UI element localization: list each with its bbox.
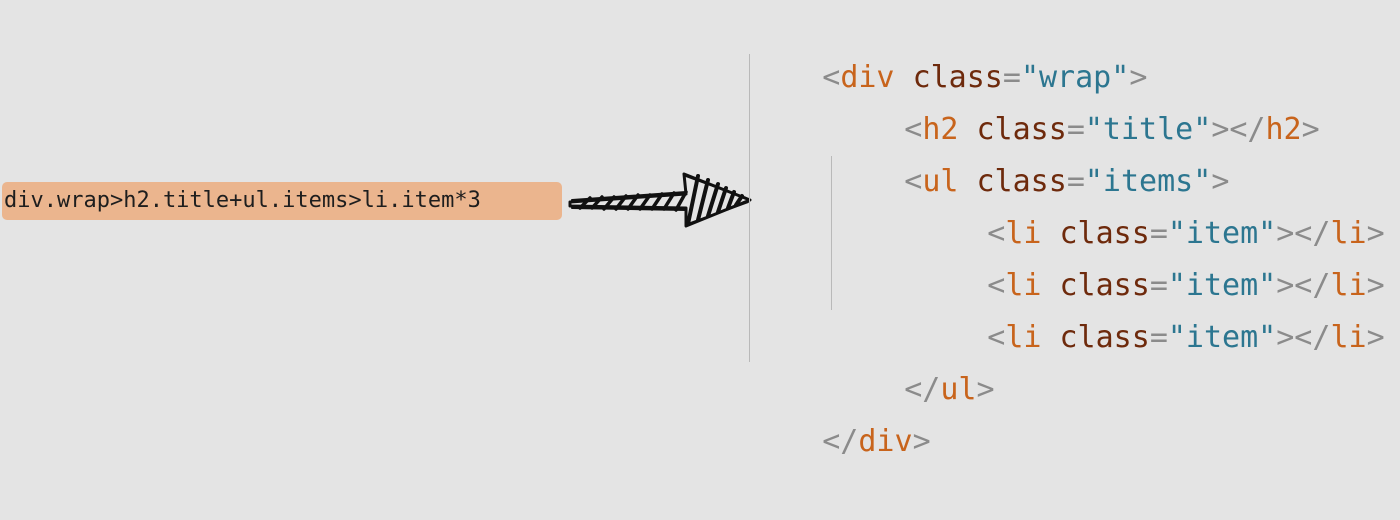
code-line-h2: <h2 class="title"></h2> xyxy=(904,112,1320,147)
code-line-li-1: <li class="item"></li> xyxy=(987,216,1385,251)
closing-tag-name: li xyxy=(1330,320,1367,355)
code-line-div-open: <div class="wrap"> xyxy=(822,60,1148,95)
tag-name: li xyxy=(1005,320,1042,355)
tag-name: ul xyxy=(940,372,977,407)
closing-tag-name: h2 xyxy=(1265,112,1302,147)
code-line-ul-close: </ul> xyxy=(904,372,995,407)
attr-value: "item" xyxy=(1167,320,1277,355)
tag-name: div xyxy=(858,424,913,459)
expanded-code: <div class="wrap"> <h2 class="title"></h… xyxy=(0,0,1400,459)
code-line-div-close: </div> xyxy=(822,424,931,459)
attr-name: class xyxy=(1059,320,1150,355)
code-line-ul-open: <ul class="items"> xyxy=(904,164,1230,199)
code-line-li-3: <li class="item"></li> xyxy=(987,320,1385,355)
code-line-li-2: <li class="item"></li> xyxy=(987,268,1385,303)
